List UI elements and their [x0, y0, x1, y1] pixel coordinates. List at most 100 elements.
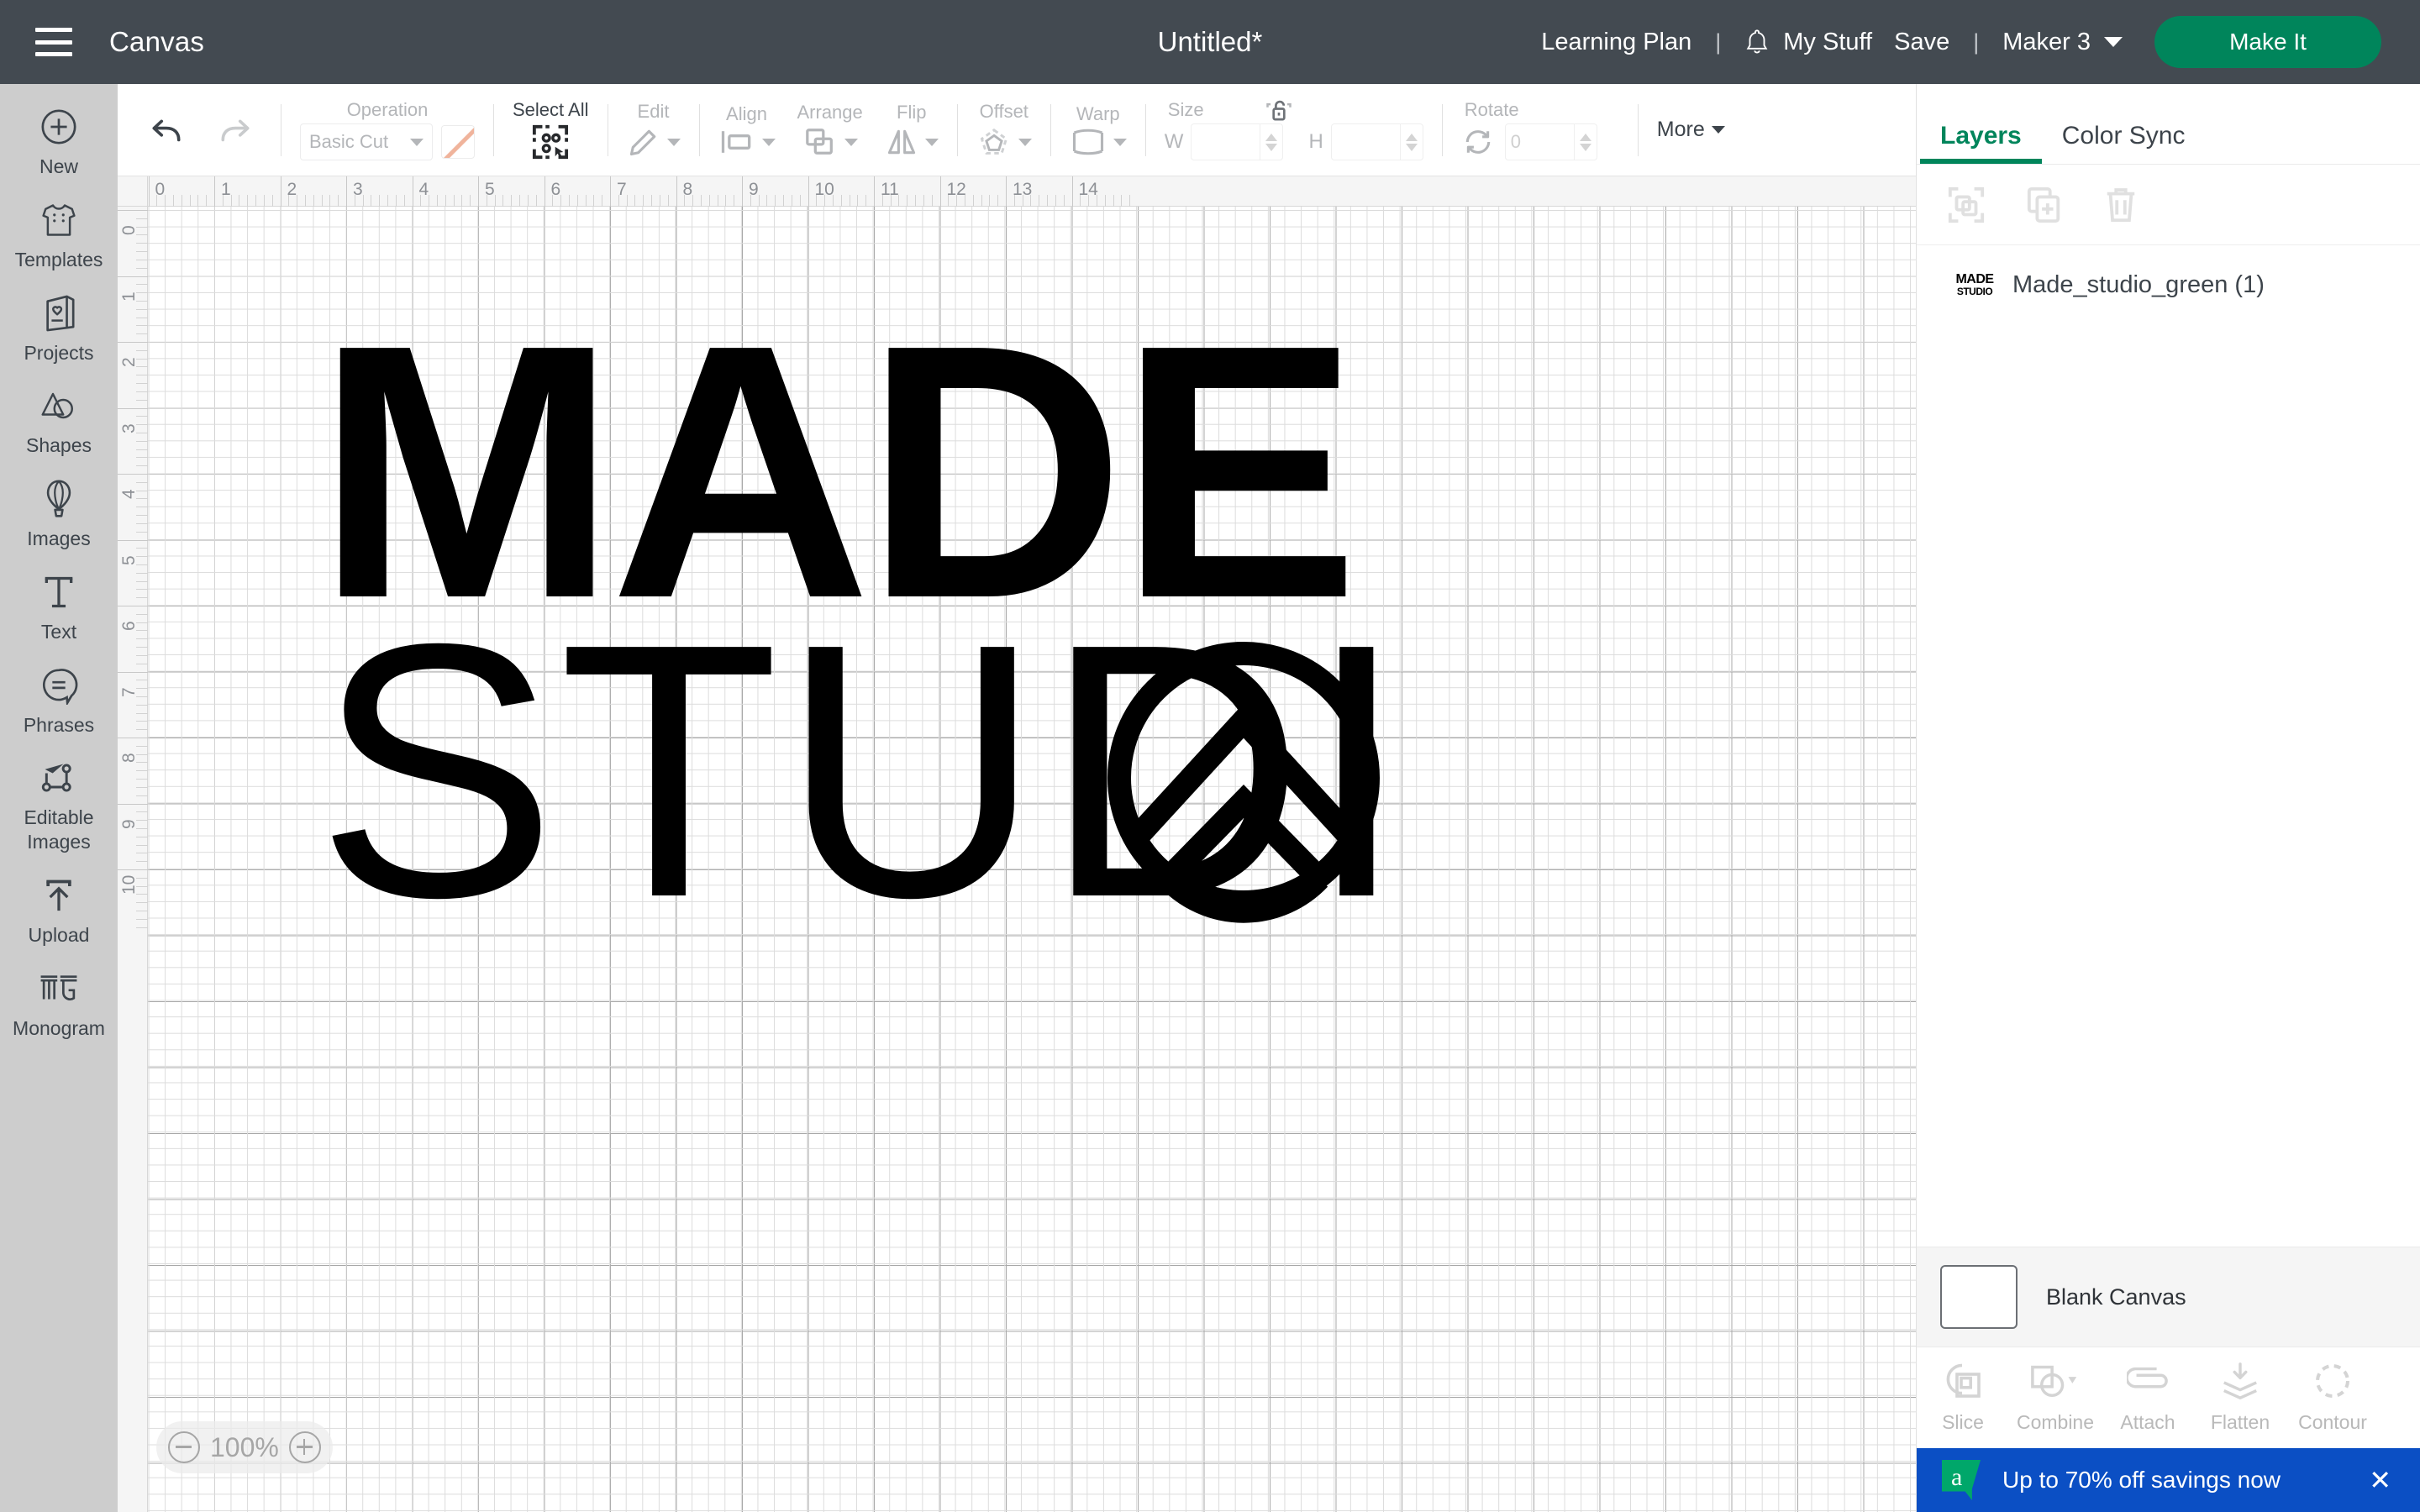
tab-layers[interactable]: Layers	[1920, 122, 2042, 164]
header-right-actions: Learning Plan | My Stuff Save | Maker 3 …	[1541, 16, 2420, 68]
ruler-tick-minor	[403, 195, 405, 207]
minus-circle-icon[interactable]	[168, 1431, 200, 1463]
ruler-tick-minor	[136, 704, 148, 706]
close-x-icon[interactable]: ✕	[2369, 1464, 2391, 1496]
contour-label: Contour	[2298, 1411, 2367, 1433]
group-icon[interactable]	[1947, 186, 1986, 224]
flip-group: Flip	[885, 84, 939, 176]
slice-button[interactable]: Slice	[1917, 1359, 2009, 1434]
sidebar-item-shapes[interactable]: Shapes	[0, 383, 118, 458]
flip-dropdown[interactable]	[885, 126, 939, 158]
rotate-icon[interactable]	[1461, 126, 1495, 158]
duplicate-icon[interactable]	[2026, 186, 2063, 224]
sidebar-item-editable-images[interactable]: Editable Images	[0, 755, 118, 854]
offset-dropdown[interactable]	[976, 125, 1032, 159]
sidebar-item-upload[interactable]: Upload	[0, 873, 118, 948]
canvas-grid[interactable]: MADE STUDI	[148, 207, 1916, 1512]
upload-arrow-icon	[41, 873, 76, 918]
make-it-button[interactable]: Make It	[2154, 16, 2381, 68]
select-all-icon[interactable]	[531, 123, 570, 160]
ruler-tick-minor	[667, 195, 669, 207]
sidebar-item-phrases[interactable]: Phrases	[0, 663, 118, 738]
combine-button[interactable]: Combine	[2009, 1359, 2102, 1434]
ruler-tick-major	[118, 407, 148, 409]
sidebar-item-monogram[interactable]: Monogram	[0, 966, 118, 1041]
align-dropdown[interactable]	[718, 128, 776, 156]
ruler-tick-minor	[255, 195, 257, 207]
ruler-tick-minor	[593, 195, 595, 207]
ruler-tick-minor	[136, 292, 148, 294]
ruler-tick-minor	[750, 195, 751, 207]
ruler-tick-minor	[1055, 195, 1056, 207]
ruler-tick-minor	[1080, 195, 1081, 207]
learning-plan-link[interactable]: Learning Plan	[1541, 29, 1691, 56]
sidebar-label-new: New	[39, 155, 78, 177]
save-button[interactable]: Save	[1894, 29, 1949, 56]
width-stepper[interactable]	[1260, 123, 1278, 160]
more-dropdown[interactable]: More	[1657, 118, 1725, 142]
chevron-down-icon	[1711, 126, 1725, 134]
ruler-tick-minor	[783, 195, 785, 207]
promo-badge-letter: a	[1951, 1463, 1963, 1491]
rotate-input[interactable]: 0	[1504, 123, 1597, 160]
material-thumbnail	[1940, 1265, 2018, 1329]
sidebar-item-new[interactable]: New	[0, 104, 118, 179]
sidebar-item-images[interactable]: Images	[0, 476, 118, 551]
ruler-tick-minor	[136, 712, 148, 714]
artwork-made-studio-logo[interactable]: MADE STUDI	[316, 341, 1425, 963]
delete-trash-icon[interactable]	[2103, 186, 2139, 224]
ruler-tick-minor	[560, 195, 562, 207]
height-input[interactable]	[1330, 123, 1423, 160]
ruler-tick-minor	[136, 696, 148, 697]
arrange-dropdown[interactable]	[802, 126, 858, 158]
operation-color-swatch[interactable]	[441, 125, 475, 159]
ruler-tick-major	[118, 474, 148, 475]
width-input[interactable]	[1191, 123, 1284, 160]
rotate-stepper[interactable]	[1573, 123, 1591, 160]
sidebar-item-templates[interactable]: Templates	[0, 197, 118, 272]
plus-circle-icon[interactable]	[288, 1431, 321, 1463]
contour-button[interactable]: Contour	[2286, 1359, 2379, 1434]
toolbar-divider	[1637, 103, 1639, 156]
chevron-down-icon	[410, 138, 424, 146]
hamburger-menu-icon[interactable]	[35, 28, 72, 56]
project-title[interactable]: Untitled*	[1158, 26, 1263, 58]
sidebar-item-text[interactable]: Text	[0, 570, 118, 644]
ruler-tick-minor	[136, 333, 148, 335]
header-divider-2: |	[1973, 29, 1980, 55]
undo-arrow-icon[interactable]	[148, 115, 185, 145]
layer-thumb-made: MADE	[1955, 272, 1994, 286]
ruler-tick-minor	[136, 267, 148, 269]
chevron-down-icon[interactable]	[2104, 37, 2123, 47]
notification-bell-icon[interactable]	[1744, 28, 1770, 56]
flatten-icon	[2219, 1359, 2261, 1403]
cricut-design-space-window: Canvas Untitled* Learning Plan | My Stuf…	[0, 0, 2420, 1512]
ruler-tick-minor	[136, 243, 148, 244]
material-row[interactable]: Blank Canvas	[1917, 1247, 2420, 1347]
operation-select[interactable]: Basic Cut	[300, 123, 433, 160]
canvas-area[interactable]: MADE STUDI 0 1 2 3 4 5 6 7 8 9 10 11 12 13 14 01234567…	[118, 176, 1916, 1512]
ruler-tick-major	[118, 539, 148, 541]
tab-color-sync[interactable]: Color Sync	[2042, 122, 2206, 164]
height-stepper[interactable]	[1399, 123, 1418, 160]
ruler-tick-minor	[651, 195, 653, 207]
unlocked-padlock-icon[interactable]	[1262, 97, 1296, 128]
canvas-label[interactable]: Canvas	[109, 26, 204, 58]
sidebar-item-projects[interactable]: Projects	[0, 291, 118, 365]
toolbar-divider	[698, 103, 700, 156]
my-stuff-link[interactable]: My Stuff	[1783, 29, 1872, 56]
ruler-tick-minor	[338, 195, 339, 207]
edit-dropdown[interactable]	[627, 125, 681, 159]
edit-toolbar: Operation Basic Cut Select All Edit Alig…	[118, 84, 1916, 176]
attach-button[interactable]: Attach	[2102, 1359, 2194, 1434]
redo-arrow-icon[interactable]	[217, 115, 254, 145]
warp-dropdown[interactable]	[1070, 128, 1127, 156]
select-all-label[interactable]: Select All	[513, 99, 589, 120]
machine-selector[interactable]: Maker 3	[2002, 29, 2091, 56]
select-all-group: Select All	[513, 84, 589, 176]
ruler-tick-major	[742, 176, 743, 207]
promo-banner[interactable]: a Up to 70% off savings now ✕	[1917, 1448, 2420, 1512]
speech-bubble-icon	[39, 663, 78, 708]
layer-item[interactable]: MADE STUDIO Made_studio_green (1)	[1917, 245, 2420, 302]
flatten-button[interactable]: Flatten	[2194, 1359, 2286, 1434]
